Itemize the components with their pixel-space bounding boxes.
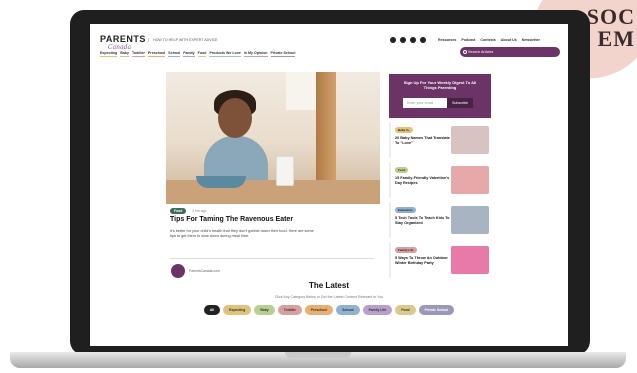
promo-stage: SOC EM PARENTS Canada HOW TO HELP WITH E… bbox=[0, 0, 637, 373]
article-thumbnail[interactable] bbox=[451, 246, 489, 274]
nav-item-baby[interactable]: Baby bbox=[120, 51, 129, 57]
search-input[interactable]: Search Articles bbox=[460, 47, 560, 57]
filter-chip-toddler[interactable]: Toddler bbox=[277, 305, 302, 315]
subscribe-button[interactable]: Subscribe bbox=[447, 98, 473, 108]
filter-chip-expecting[interactable]: Expecting bbox=[223, 305, 252, 315]
newsletter-signup: Sign Up For Your Weekly Digest To All Th… bbox=[389, 74, 491, 118]
twitter-icon[interactable] bbox=[400, 37, 406, 43]
hero-divider bbox=[170, 258, 374, 259]
sidebar-article-card[interactable]: Baby 0+ 20 Baby Names That Translate To "… bbox=[389, 122, 491, 158]
hero-child-head bbox=[218, 98, 252, 138]
social-links bbox=[390, 37, 426, 43]
nav-item-in-my-opinion[interactable]: In My Opinion bbox=[243, 51, 268, 57]
filter-chip-baby[interactable]: Baby bbox=[254, 305, 275, 315]
category-nav: Expecting Baby Toddler Preschool School Famil… bbox=[100, 51, 296, 57]
signup-title: Sign Up For Your Weekly Digest To All Th… bbox=[403, 80, 477, 90]
hero-meta: Food 2 hrs ago bbox=[170, 208, 206, 214]
instagram-icon[interactable] bbox=[410, 37, 416, 43]
topnav-resources[interactable]: Resources bbox=[438, 38, 456, 42]
nav-item-family[interactable]: Family bbox=[183, 51, 195, 57]
article-title[interactable]: 5 Tech Tools To Teach Kids To Stay Organ… bbox=[395, 216, 451, 226]
site-tagline: HOW TO HELP WITH EXPERT ADVICE bbox=[148, 38, 218, 42]
filter-chip-private-school[interactable]: Private School bbox=[418, 305, 455, 315]
filter-chip-all[interactable]: All bbox=[203, 305, 221, 315]
filter-chip-school[interactable]: School bbox=[336, 305, 360, 315]
top-nav: Resources Podcast Contests About Us News… bbox=[438, 38, 540, 42]
article-tag[interactable]: Family Life bbox=[395, 247, 417, 253]
hero-milk-glass bbox=[276, 156, 294, 186]
filter-chip-preschool[interactable]: Preschool bbox=[304, 305, 334, 315]
topnav-podcast[interactable]: Podcast bbox=[461, 38, 475, 42]
article-thumbnail[interactable] bbox=[451, 126, 489, 154]
hero-tag[interactable]: Food bbox=[170, 208, 187, 214]
latest-subtitle: Click Any Category Below to Get the Late… bbox=[274, 295, 384, 299]
hero-bowl bbox=[196, 176, 246, 188]
latest-title: The Latest bbox=[308, 281, 349, 290]
article-thumbnail[interactable] bbox=[451, 166, 489, 194]
nav-item-products-we-love[interactable]: Products We Love bbox=[209, 51, 241, 57]
sidebar-article-card[interactable]: Education 5 Tech Tools To Teach Kids To S… bbox=[389, 202, 491, 238]
sidebar-article-card[interactable]: Food 15 Family-Friendly Valentine's Day R… bbox=[389, 162, 491, 198]
author-avatar bbox=[171, 264, 185, 278]
filter-chip-food[interactable]: Food bbox=[395, 305, 416, 315]
topnav-newsletter[interactable]: Newsletter bbox=[522, 38, 540, 42]
article-tag[interactable]: Food bbox=[395, 167, 409, 173]
facebook-icon[interactable] bbox=[390, 37, 396, 43]
nav-item-preschool[interactable]: Preschool bbox=[147, 51, 166, 57]
site-logo[interactable]: PARENTS bbox=[100, 34, 146, 44]
article-thumbnail[interactable] bbox=[451, 206, 489, 234]
laptop-screen: PARENTS Canada HOW TO HELP WITH EXPERT A… bbox=[90, 24, 568, 346]
nav-item-food[interactable]: Food bbox=[197, 51, 207, 57]
sidebar-article-card[interactable]: Family Life 5 Ways To Throw An Outdoor Wi… bbox=[389, 242, 491, 278]
email-field[interactable]: Enter your email bbox=[403, 98, 447, 108]
search-icon bbox=[463, 50, 467, 54]
author-name: ParentsCanada.com bbox=[189, 269, 220, 273]
nav-item-private-school[interactable]: Private School bbox=[270, 51, 296, 57]
topnav-about[interactable]: About Us bbox=[501, 38, 517, 42]
article-tag[interactable]: Education bbox=[395, 207, 416, 213]
nav-item-school[interactable]: School bbox=[168, 51, 181, 57]
laptop-notch bbox=[285, 352, 351, 358]
hero-description: It's better for your child's health that… bbox=[170, 229, 314, 238]
hero-date: 2 hrs ago bbox=[192, 209, 207, 213]
article-title[interactable]: 15 Family-Friendly Valentine's Day Recip… bbox=[395, 176, 451, 186]
category-filter: All Expecting Baby Toddler Preschool School Fa… bbox=[90, 305, 568, 315]
nav-item-expecting[interactable]: Expecting bbox=[100, 51, 118, 57]
youtube-icon[interactable] bbox=[420, 37, 426, 43]
topnav-contests[interactable]: Contests bbox=[480, 38, 495, 42]
hero-image[interactable] bbox=[166, 72, 380, 204]
article-tag[interactable]: Baby 0+ bbox=[395, 127, 413, 133]
site-header: PARENTS Canada HOW TO HELP WITH EXPERT A… bbox=[90, 24, 568, 64]
article-title[interactable]: 5 Ways To Throw An Outdoor Winter Birthd… bbox=[395, 256, 451, 266]
site-logo-sub: Canada bbox=[108, 44, 132, 51]
search-placeholder: Search Articles bbox=[468, 50, 494, 54]
hero-title[interactable]: Tips For Taming The Ravenous Eater bbox=[170, 216, 293, 223]
filter-chip-family-life[interactable]: Family Life bbox=[362, 305, 393, 315]
article-title[interactable]: 20 Baby Names That Translate To "Love" bbox=[395, 136, 451, 146]
nav-item-toddler[interactable]: Toddler bbox=[131, 51, 145, 57]
badge-text: SOC EM bbox=[586, 4, 635, 51]
